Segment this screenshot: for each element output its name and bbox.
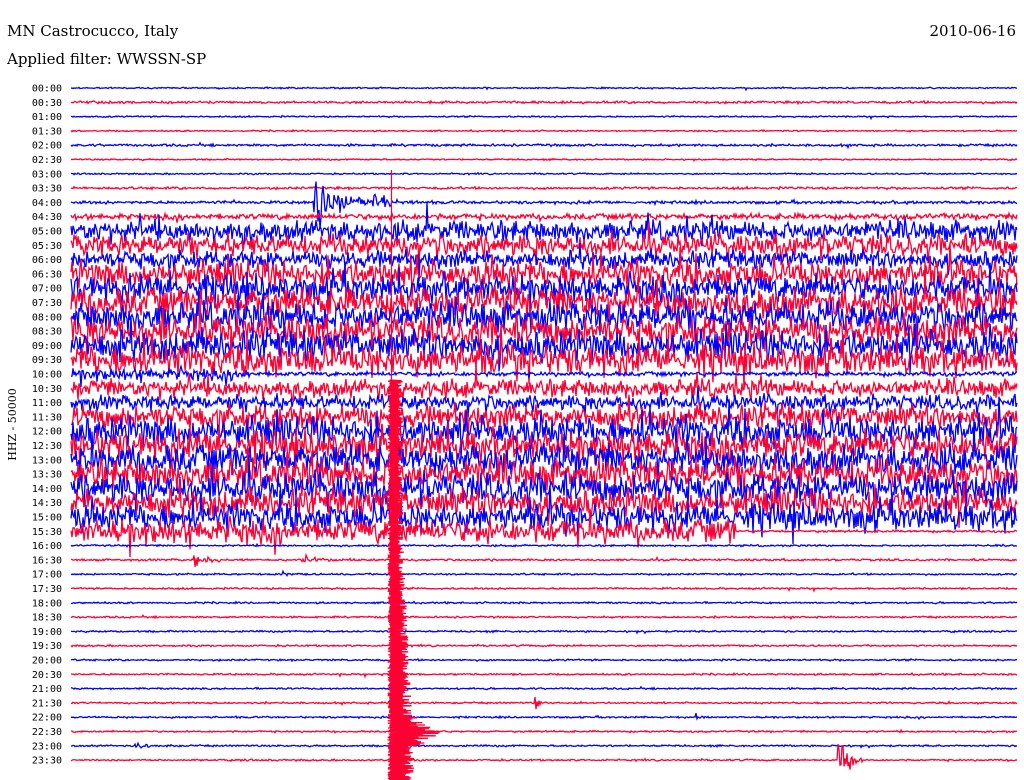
time-label: 23:00: [32, 741, 62, 752]
time-label: 18:30: [32, 613, 62, 624]
time-label: 20:30: [32, 670, 62, 681]
trace-02:00: [70, 141, 1018, 150]
time-label: 16:30: [32, 555, 62, 566]
time-label: 12:30: [32, 441, 62, 452]
time-label: 10:30: [32, 384, 62, 395]
time-label: 17:30: [32, 584, 62, 595]
time-label: 16:00: [32, 541, 62, 552]
time-label: 22:00: [32, 713, 62, 724]
trace-18:30: [70, 614, 1018, 621]
time-label: 15:30: [32, 527, 62, 538]
trace-03:30: [70, 185, 1018, 192]
time-label: 21:00: [32, 684, 62, 695]
trace-21:00: [70, 685, 1018, 691]
time-label: 14:00: [32, 484, 62, 495]
time-label: 14:30: [32, 498, 62, 509]
trace-00:30: [70, 99, 1018, 106]
time-label: 20:00: [32, 656, 62, 667]
trace-16:30: [70, 552, 1018, 567]
time-label: 13:00: [32, 455, 62, 466]
time-label: 19:30: [32, 641, 62, 652]
time-label: 03:00: [32, 169, 62, 180]
trace-23:30: [70, 743, 1018, 770]
trace-17:30: [70, 586, 1018, 593]
trace-01:00: [70, 114, 1018, 121]
time-label: 06:30: [32, 269, 62, 280]
time-label: 10:00: [32, 370, 62, 381]
time-label: 12:00: [32, 427, 62, 438]
time-label: 02:30: [32, 155, 62, 166]
time-label: 05:30: [32, 241, 62, 252]
time-label: 08:30: [32, 327, 62, 338]
time-label: 13:30: [32, 470, 62, 481]
time-label: 23:30: [32, 756, 62, 767]
helicorder-plot: MN Castrocucco, Italy Applied filter: WW…: [0, 0, 1024, 780]
trace-05:00: [70, 201, 1018, 248]
time-label: 02:00: [32, 141, 62, 152]
time-label: 21:30: [32, 698, 62, 709]
trace-04:30: [70, 210, 1018, 224]
time-label: 11:30: [32, 412, 62, 423]
time-label: 00:00: [32, 84, 62, 95]
time-label: 03:30: [32, 184, 62, 195]
trace-20:00: [70, 657, 1018, 663]
trace-17:00: [70, 569, 1018, 577]
time-label: 09:00: [32, 341, 62, 352]
time-label: 04:00: [32, 198, 62, 209]
trace-19:30: [70, 643, 1018, 648]
time-label: 09:30: [32, 355, 62, 366]
trace-22:30: [70, 728, 1018, 734]
time-label: 01:00: [32, 112, 62, 123]
time-label: 22:30: [32, 727, 62, 738]
trace-00:00: [70, 85, 1017, 92]
time-label: 17:00: [32, 570, 62, 581]
time-label: 05:00: [32, 227, 62, 238]
time-label: 08:00: [32, 312, 62, 323]
time-label: 01:30: [32, 126, 62, 137]
trace-02:30: [70, 157, 1018, 163]
trace-03:00: [70, 171, 1018, 176]
time-label: 06:00: [32, 255, 62, 266]
time-label: 04:30: [32, 212, 62, 223]
time-label: 15:00: [32, 513, 62, 524]
time-label: 11:00: [32, 398, 62, 409]
time-label: 19:00: [32, 627, 62, 638]
trace-18:00: [70, 600, 1018, 605]
trace-01:30: [70, 128, 1017, 133]
trace-22:00: [70, 713, 1018, 721]
trace-20:30: [70, 671, 1018, 679]
trace-23:00: [70, 741, 1018, 749]
time-label: 07:00: [32, 284, 62, 295]
trace-19:00: [70, 629, 1018, 635]
time-label: 00:30: [32, 98, 62, 109]
seismogram-traces: 00:00 00:30 01:00 01:30 02:00 02:30 03:00 03:30…: [32, 84, 1018, 780]
trace-21:30: [70, 696, 1018, 710]
trace-16:00: [70, 542, 1018, 548]
time-label: 07:30: [32, 298, 62, 309]
time-label: 18:00: [32, 598, 62, 609]
